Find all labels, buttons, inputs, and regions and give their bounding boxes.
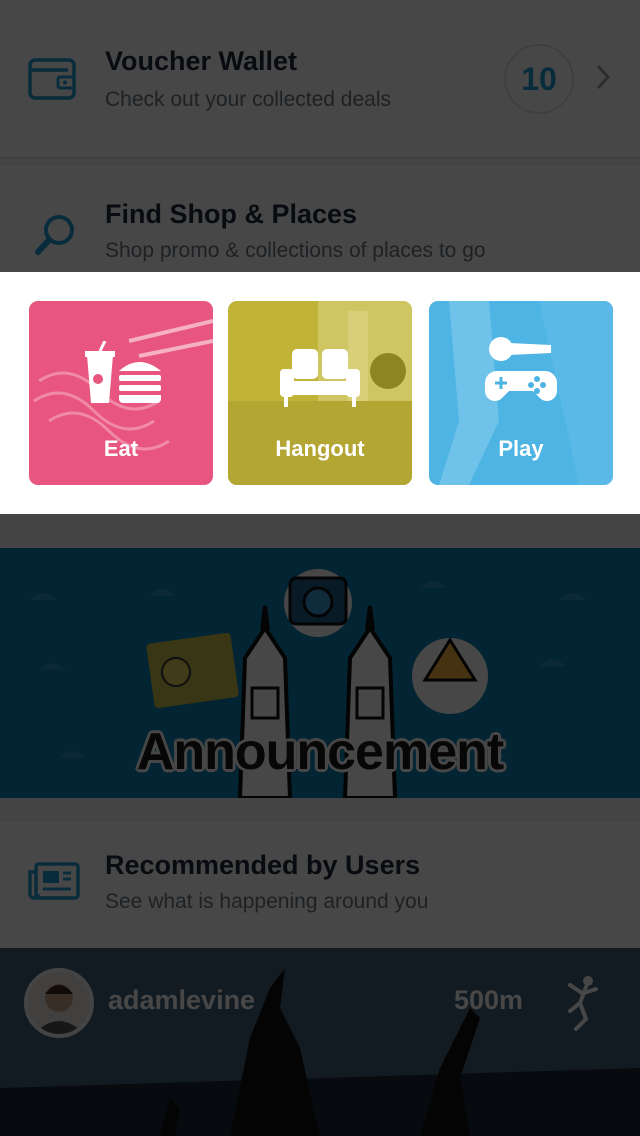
feed-photo [0, 948, 640, 1136]
voucher-count-badge: 10 [504, 44, 574, 114]
chevron-right-icon [596, 64, 611, 95]
recommended-subtitle: See what is happening around you [105, 890, 429, 913]
category-label-hangout: Hangout [275, 436, 365, 461]
voucher-wallet-title: Voucher Wallet [105, 46, 298, 76]
voucher-wallet-subtitle: Check out your collected deals [105, 88, 391, 111]
announcement-label: Announcement [136, 723, 504, 781]
recommended-title: Recommended by Users [105, 850, 421, 880]
news-icon [28, 862, 80, 907]
feed-card[interactable] [0, 948, 640, 1136]
sofa-icon [278, 347, 362, 414]
category-tile-play[interactable]: Play [429, 301, 613, 485]
avatar[interactable] [24, 968, 94, 1038]
distance-label: 500m [454, 985, 524, 1015]
recommended-row[interactable]: Recommended by Users See what is happeni… [0, 822, 640, 948]
wallet-icon [28, 58, 76, 105]
voucher-wallet-row[interactable]: Voucher Wallet Check out your collected … [0, 0, 640, 158]
username[interactable]: adamlevine [108, 985, 255, 1016]
find-shop-subtitle: Shop promo & collections of places to go [105, 239, 486, 262]
category-label-eat: Eat [103, 436, 139, 461]
jumping-person-icon [562, 975, 598, 1036]
category-label-play: Play [498, 436, 544, 461]
category-tile-hangout[interactable]: Hangout [228, 301, 412, 485]
category-tile-eat[interactable]: Eat [29, 301, 213, 485]
search-icon [34, 212, 78, 261]
find-shop-title: Find Shop & Places [105, 199, 358, 229]
food-icon [83, 340, 163, 410]
karaoke-gamepad-icon [485, 335, 557, 416]
